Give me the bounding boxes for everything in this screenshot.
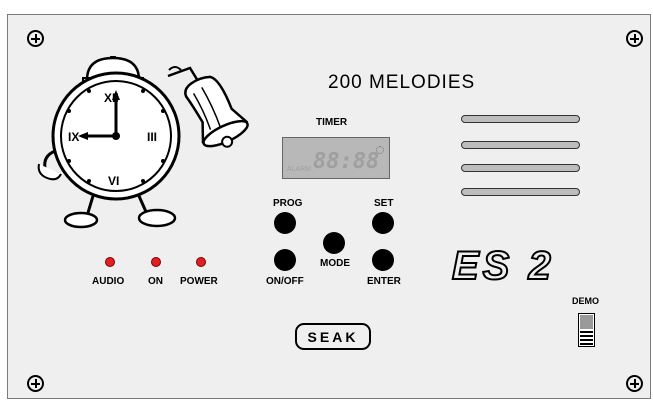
prog-label: PROG <box>273 198 303 209</box>
lcd-display: 88:88 ALARM <box>282 137 390 179</box>
mode-label: MODE <box>320 258 350 269</box>
set-label: SET <box>374 198 394 209</box>
prog-button[interactable] <box>274 212 296 234</box>
on-led <box>151 257 161 267</box>
enter-button[interactable] <box>372 249 394 271</box>
brand-logo: SEAK <box>295 323 371 350</box>
bottom-right-screw-icon <box>626 375 643 392</box>
speaker-grille-slot <box>461 164 580 172</box>
on-label: ON <box>148 276 163 287</box>
power-led <box>196 257 206 267</box>
top-right-screw-icon <box>626 30 643 47</box>
speaker-grille-slot <box>461 141 580 149</box>
onoff-button[interactable] <box>274 249 296 271</box>
clock-numeral-vi: VI <box>108 174 120 188</box>
lcd-digits: 88:88 <box>313 149 380 174</box>
model-name: ES 2 <box>451 243 555 289</box>
clock-bell-illustration-icon <box>37 56 249 229</box>
power-label: POWER <box>180 276 218 287</box>
enter-label: ENTER <box>367 276 401 287</box>
demo-label: DEMO <box>572 296 599 306</box>
speaker-grille-slot <box>461 115 580 123</box>
panel-title: 200 MELODIES <box>328 72 476 93</box>
audio-label: AUDIO <box>92 276 125 287</box>
lcd-alarm-icon <box>376 146 384 154</box>
onoff-label: ON/OFF <box>266 276 304 287</box>
clock-numeral-iii: III <box>147 130 158 144</box>
demo-switch-knob[interactable] <box>580 315 593 329</box>
demo-switch[interactable] <box>578 313 595 347</box>
mode-button[interactable] <box>323 232 345 254</box>
bottom-left-screw-icon <box>27 375 44 392</box>
speaker-grille-slot <box>461 188 580 196</box>
clock-numeral-xii: XII <box>104 91 119 105</box>
set-button[interactable] <box>372 212 394 234</box>
demo-switch-grip <box>580 331 593 345</box>
lcd-indicator: ALARM <box>287 166 312 173</box>
audio-led <box>105 257 115 267</box>
top-left-screw-icon <box>27 30 44 47</box>
timer-label: TIMER <box>316 117 348 128</box>
clock-numeral-ix: IX <box>68 130 80 144</box>
